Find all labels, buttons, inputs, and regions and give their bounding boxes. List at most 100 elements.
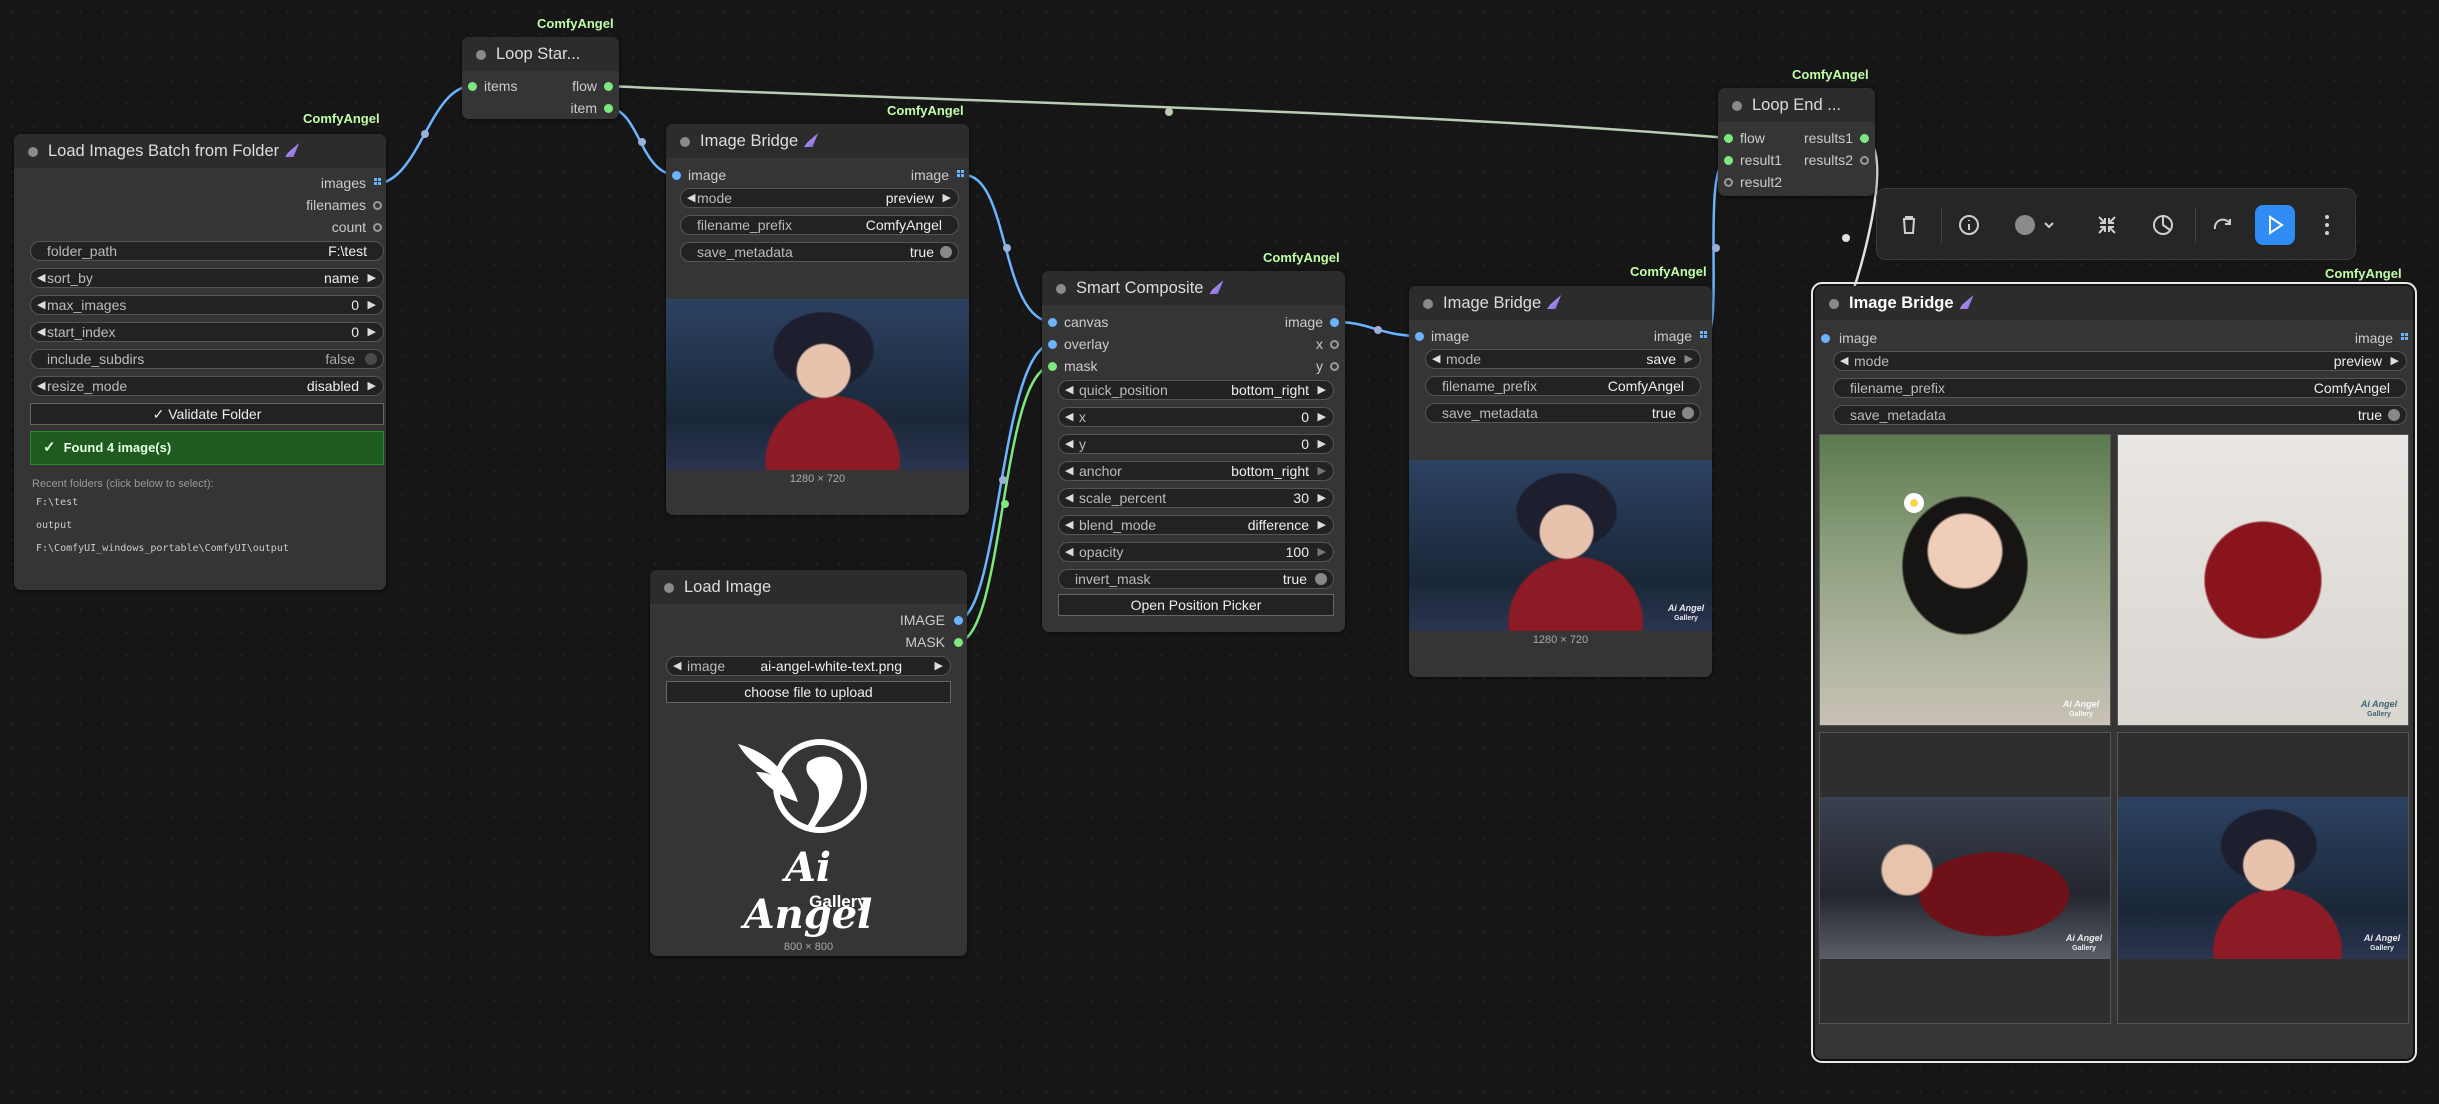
widget-save-metadata[interactable]: save_metadata true bbox=[680, 242, 959, 262]
widget-filename-prefix[interactable]: filename_prefix ComfyAngel bbox=[1425, 376, 1701, 396]
recent-folder-item[interactable]: output bbox=[36, 520, 72, 531]
widget-max-images[interactable]: ◀ max_images 0 ▶ bbox=[30, 295, 384, 315]
output-image-socket[interactable] bbox=[1330, 318, 1339, 327]
toggle-icon[interactable] bbox=[1315, 573, 1327, 585]
widget-invert-mask[interactable]: invert_mask true bbox=[1058, 569, 1334, 589]
input-image-socket[interactable] bbox=[672, 171, 681, 180]
toggle-icon[interactable] bbox=[365, 353, 377, 365]
arrow-left-icon[interactable]: ◀ bbox=[1840, 352, 1848, 370]
arrow-right-icon[interactable]: ▶ bbox=[1318, 489, 1326, 507]
widget-x[interactable]: ◀ x 0 ▶ bbox=[1058, 407, 1334, 427]
input-canvas-socket[interactable] bbox=[1048, 318, 1057, 327]
output-results1-socket[interactable] bbox=[1860, 134, 1869, 143]
arrow-left-icon[interactable]: ◀ bbox=[1065, 408, 1073, 426]
smart-composite-node[interactable]: Smart Composite canvas overlay mask imag… bbox=[1042, 271, 1345, 632]
widget-image-select[interactable]: ◀ image ai-angel-white-text.png ▶ bbox=[666, 656, 951, 676]
widget-opacity[interactable]: ◀ opacity 100 ▶ bbox=[1058, 542, 1334, 562]
grid-cell-4[interactable]: Ai Angel Gallery bbox=[2117, 732, 2409, 1024]
arrow-left-icon[interactable]: ◀ bbox=[1065, 516, 1073, 534]
more-icon[interactable] bbox=[2307, 205, 2347, 245]
arrow-right-icon[interactable]: ▶ bbox=[1318, 516, 1326, 534]
widget-y[interactable]: ◀ y 0 ▶ bbox=[1058, 434, 1334, 454]
trash-icon[interactable] bbox=[1889, 205, 1929, 245]
input-items-socket[interactable] bbox=[468, 82, 477, 91]
list-output-icon[interactable] bbox=[957, 170, 964, 177]
arrow-left-icon[interactable]: ◀ bbox=[1065, 435, 1073, 453]
collapse-dot-icon[interactable] bbox=[28, 147, 38, 157]
arrow-right-icon[interactable]: ▶ bbox=[1318, 435, 1326, 453]
arrow-left-icon[interactable]: ◀ bbox=[673, 657, 681, 675]
upload-button[interactable]: choose file to upload bbox=[666, 681, 951, 703]
node-header[interactable]: Load Images Batch from Folder bbox=[14, 134, 386, 168]
input-result2-socket[interactable] bbox=[1724, 178, 1733, 187]
widget-filename-prefix[interactable]: filename_prefix ComfyAngel bbox=[1833, 378, 2407, 398]
bypass-icon[interactable] bbox=[2143, 205, 2183, 245]
widget-sort-by[interactable]: ◀ sort_by name ▶ bbox=[30, 268, 384, 288]
grid-cell-3[interactable]: Ai Angel Gallery bbox=[1819, 732, 2111, 1024]
collapse-icon[interactable] bbox=[2087, 205, 2127, 245]
toggle-icon[interactable] bbox=[940, 246, 952, 258]
output-mask-socket[interactable] bbox=[954, 638, 963, 647]
image-bridge-node-2[interactable]: Image Bridge image image ◀ mode save ▶ file… bbox=[1409, 286, 1712, 677]
recent-folder-item[interactable]: F:\ComfyUI_windows_portable\ComfyUI\outp… bbox=[36, 543, 289, 554]
arrow-right-icon[interactable]: ▶ bbox=[368, 323, 376, 341]
image-bridge-node-3[interactable]: Image Bridge image image ◀ mode preview ▶ f… bbox=[1811, 282, 2417, 1063]
widget-start-index[interactable]: ◀ start_index 0 ▶ bbox=[30, 322, 384, 342]
toggle-icon[interactable] bbox=[1682, 407, 1694, 419]
arrow-left-icon[interactable]: ◀ bbox=[37, 269, 45, 287]
arrow-right-icon[interactable]: ▶ bbox=[1318, 543, 1326, 561]
widget-scale-percent[interactable]: ◀ scale_percent 30 ▶ bbox=[1058, 488, 1334, 508]
input-mask-socket[interactable] bbox=[1048, 362, 1057, 371]
arrow-right-icon[interactable]: ▶ bbox=[2391, 352, 2399, 370]
widget-quick-position[interactable]: ◀ quick_position bottom_right ▶ bbox=[1058, 380, 1334, 400]
output-count-socket[interactable] bbox=[373, 223, 382, 232]
arrow-right-icon[interactable]: ▶ bbox=[368, 377, 376, 395]
recent-folder-item[interactable]: F:\test bbox=[36, 497, 78, 508]
arrow-left-icon[interactable]: ◀ bbox=[1065, 543, 1073, 561]
image-bridge-node-1[interactable]: Image Bridge image image ◀ mode preview ▶ f… bbox=[666, 124, 969, 515]
arrow-left-icon[interactable]: ◀ bbox=[37, 296, 45, 314]
grid-image-1[interactable]: Ai Angel Gallery bbox=[1819, 434, 2111, 726]
node-header[interactable]: Loop End ... bbox=[1718, 88, 1875, 122]
loop-start-node[interactable]: Loop Star... items flow item bbox=[462, 37, 619, 119]
load-images-batch-node[interactable]: Load Images Batch from Folder images fil… bbox=[14, 134, 386, 590]
node-header[interactable]: Smart Composite bbox=[1042, 271, 1345, 305]
loop-end-node[interactable]: Loop End ... flow result1 result2 result… bbox=[1718, 88, 1875, 196]
input-overlay-socket[interactable] bbox=[1048, 340, 1057, 349]
node-header[interactable]: Image Bridge bbox=[666, 124, 969, 158]
widget-save-metadata[interactable]: save_metadata true bbox=[1425, 403, 1701, 423]
arrow-right-icon[interactable]: ▶ bbox=[943, 189, 951, 207]
arrow-right-icon[interactable]: ▶ bbox=[368, 269, 376, 287]
arrow-left-icon[interactable]: ◀ bbox=[1065, 489, 1073, 507]
widget-filename-prefix[interactable]: filename_prefix ComfyAngel bbox=[680, 215, 959, 235]
redo-icon[interactable] bbox=[2203, 205, 2243, 245]
collapse-dot-icon[interactable] bbox=[664, 583, 674, 593]
output-x-socket[interactable] bbox=[1330, 340, 1339, 349]
list-output-icon[interactable] bbox=[1700, 331, 1707, 338]
open-position-picker-button[interactable]: Open Position Picker bbox=[1058, 594, 1334, 616]
arrow-right-icon[interactable]: ▶ bbox=[935, 657, 943, 675]
input-image-socket[interactable] bbox=[1821, 334, 1830, 343]
run-icon[interactable] bbox=[2255, 205, 2295, 245]
node-header[interactable]: Image Bridge bbox=[1409, 286, 1712, 320]
widget-include-subdirs[interactable]: include_subdirs false bbox=[30, 349, 384, 369]
output-results2-socket[interactable] bbox=[1860, 156, 1869, 165]
info-icon[interactable] bbox=[1949, 205, 1989, 245]
list-output-icon[interactable] bbox=[374, 178, 381, 185]
widget-mode[interactable]: ◀ mode preview ▶ bbox=[680, 188, 959, 208]
grid-image-2[interactable]: Ai Angel Gallery bbox=[2117, 434, 2409, 726]
input-flow-socket[interactable] bbox=[1724, 134, 1733, 143]
widget-mode[interactable]: ◀ mode save ▶ bbox=[1425, 349, 1701, 369]
arrow-left-icon[interactable]: ◀ bbox=[37, 323, 45, 341]
output-image-socket[interactable] bbox=[954, 616, 963, 625]
load-image-node[interactable]: Load Image IMAGE MASK ◀ image ai-angel-whi… bbox=[650, 570, 967, 956]
arrow-left-icon[interactable]: ◀ bbox=[1065, 381, 1073, 399]
widget-mode[interactable]: ◀ mode preview ▶ bbox=[1833, 351, 2407, 371]
widget-blend-mode[interactable]: ◀ blend_mode difference ▶ bbox=[1058, 515, 1334, 535]
collapse-dot-icon[interactable] bbox=[1056, 284, 1066, 294]
output-item-socket[interactable] bbox=[604, 104, 613, 113]
arrow-left-icon[interactable]: ◀ bbox=[37, 377, 45, 395]
output-filenames-socket[interactable] bbox=[373, 201, 382, 210]
toggle-icon[interactable] bbox=[2388, 409, 2400, 421]
list-output-icon[interactable] bbox=[2401, 333, 2408, 340]
